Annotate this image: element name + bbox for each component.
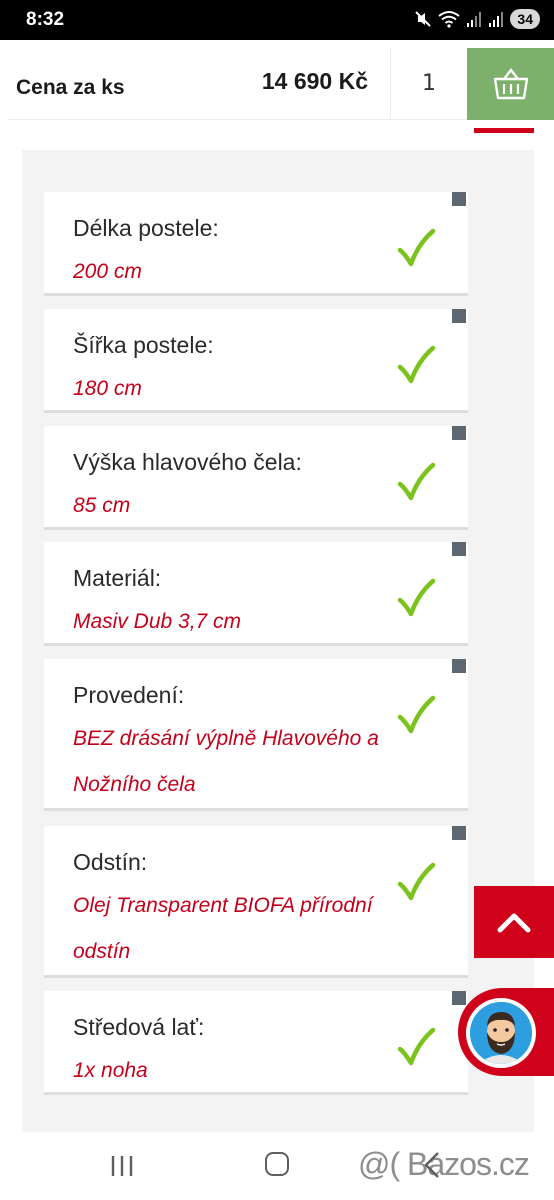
option-value-line: BEZ drásání výplně Hlavového a	[73, 727, 379, 750]
option-title: Délka postele:	[73, 215, 219, 241]
option-value-line: 180 cm	[73, 377, 142, 400]
option-value: 180 cm	[73, 371, 418, 407]
quantity-input[interactable]: 1	[390, 48, 468, 120]
option-title: Odstín:	[73, 849, 148, 875]
status-bar: 8:32 34	[0, 0, 554, 40]
bearded-man-icon	[470, 1002, 532, 1064]
signal-icon	[467, 12, 482, 27]
system-nav-bar: @( Bazos.cz	[0, 1138, 554, 1200]
checkmark-icon	[397, 1027, 436, 1066]
checkmark-icon	[397, 345, 436, 384]
option-value-line: odstín	[73, 940, 131, 963]
signal-icon	[489, 12, 504, 27]
avatar	[466, 998, 536, 1068]
option-value: 85 cm	[73, 488, 418, 524]
price-label: Cena za ks	[16, 76, 125, 99]
option-value-line: 1x noha	[73, 1059, 148, 1082]
option-value-line: Olej Transparent BIOFA přírodní	[73, 894, 373, 917]
option-card: Délka postele: 200 cm	[44, 192, 468, 296]
option-card: Středová lať: 1x noha	[44, 991, 468, 1095]
battery-level: 34	[510, 9, 540, 29]
wifi-icon	[438, 11, 461, 28]
checkmark-icon	[397, 228, 436, 267]
option-card: Výška hlavového čela: 85 cm	[44, 426, 468, 530]
option-title: Provedení:	[73, 682, 185, 708]
option-value-line: 200 cm	[73, 260, 142, 283]
corner-marker	[452, 542, 466, 556]
checkmark-icon	[397, 578, 436, 617]
option-card: Materiál: Masiv Dub 3,7 cm	[44, 542, 468, 646]
option-value-line: Nožního čela	[73, 773, 196, 796]
option-title: Středová lať:	[73, 1014, 205, 1040]
checkmark-icon	[397, 462, 436, 501]
add-to-cart-button[interactable]	[467, 48, 554, 120]
watermark: @( Bazos.cz	[358, 1146, 530, 1182]
recent-apps-icon[interactable]	[110, 1154, 134, 1178]
option-value: 1x noha	[73, 1053, 418, 1089]
scroll-to-top-button[interactable]	[474, 886, 554, 958]
option-value: 200 cm	[73, 254, 418, 290]
back-icon[interactable]	[420, 1150, 442, 1180]
basket-icon	[493, 68, 528, 100]
price-bar: Cena za ks 14 690 Kč 1	[8, 48, 554, 120]
corner-marker	[452, 426, 466, 440]
checkmark-icon	[397, 695, 436, 734]
corner-marker	[452, 192, 466, 206]
home-button[interactable]	[265, 1152, 289, 1176]
accent-underline	[474, 128, 534, 133]
chevron-up-icon	[497, 913, 531, 933]
option-title: Šířka postele:	[73, 332, 214, 358]
option-card: Provedení: BEZ drásání výplně Hlavového a…	[44, 659, 468, 811]
option-card: Šířka postele: 180 cm	[44, 309, 468, 413]
option-title: Výška hlavového čela:	[73, 449, 302, 475]
corner-marker	[452, 826, 466, 840]
option-value-line: 85 cm	[73, 494, 131, 517]
corner-marker	[452, 991, 466, 1005]
checkmark-icon	[397, 862, 436, 901]
option-card: Odstín: Olej Transparent BIOFA přírodní od…	[44, 826, 468, 978]
status-icons: 34	[414, 9, 540, 29]
option-value-line: Masiv Dub 3,7 cm	[73, 610, 242, 633]
option-value: Masiv Dub 3,7 cm	[73, 604, 418, 640]
price-value: 14 690 Kč	[261, 68, 368, 94]
corner-marker	[452, 309, 466, 323]
option-value: Olej Transparent BIOFA přírodní odstín	[73, 888, 418, 970]
option-title: Materiál:	[73, 565, 162, 591]
corner-marker	[452, 659, 466, 673]
chat-widget-button[interactable]	[458, 988, 554, 1076]
avatar-image	[470, 1002, 532, 1064]
mute-icon	[415, 11, 432, 27]
status-time: 8:32	[26, 9, 65, 30]
option-value: BEZ drásání výplně Hlavového a Nožního če…	[73, 721, 418, 803]
